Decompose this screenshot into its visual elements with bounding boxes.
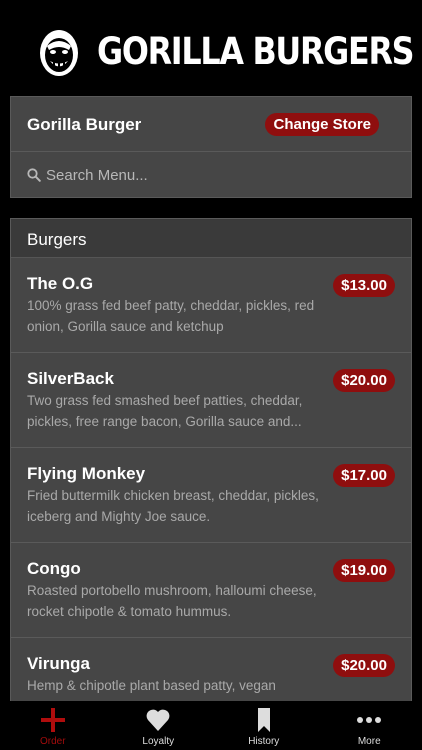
item-name: The O.G (27, 274, 94, 293)
gorilla-logo-icon (40, 30, 78, 76)
search-icon (27, 168, 41, 182)
menu-item[interactable]: The O.G $13.00 100% grass fed beef patty… (11, 258, 411, 353)
price-badge: $13.00 (333, 274, 395, 297)
section-title: Burgers (27, 230, 87, 249)
tab-history[interactable]: History (211, 701, 317, 750)
item-name: Flying Monkey (27, 464, 146, 483)
item-name: Virunga (27, 654, 90, 673)
search-input[interactable] (46, 160, 386, 190)
price-badge: $19.00 (333, 559, 395, 582)
change-store-button[interactable]: Change Store (265, 113, 379, 136)
item-description: Two grass fed smashed beef patties, ched… (27, 393, 303, 429)
tab-label: More (357, 736, 381, 747)
tab-bar: Order Loyalty History More (0, 701, 422, 750)
tab-label: Order (39, 736, 66, 747)
search-row (11, 152, 411, 198)
item-name: Congo (27, 559, 81, 578)
tab-loyalty[interactable]: Loyalty (106, 701, 212, 750)
menu-item[interactable]: SilverBack $20.00 Two grass fed smashed … (11, 353, 411, 448)
tab-more[interactable]: More (317, 701, 422, 750)
store-card: Gorilla Burger Change Store (10, 96, 412, 198)
app-header: GORILLA BURGERS (0, 0, 422, 96)
menu-card: Burgers The O.G $13.00 100% grass fed be… (10, 218, 412, 702)
bookmark-icon (257, 708, 270, 732)
store-name: Gorilla Burger (27, 115, 142, 134)
menu-item[interactable]: Flying Monkey $17.00 Fried buttermilk ch… (11, 448, 411, 543)
tab-order[interactable]: Order (0, 701, 106, 750)
tab-label: Loyalty (142, 736, 175, 747)
item-description: Roasted portobello mushroom, halloumi ch… (27, 583, 317, 619)
more-dots-icon (357, 717, 382, 723)
brand-title: GORILLA BURGERS (97, 30, 415, 73)
heart-icon (146, 709, 170, 731)
plus-icon (40, 708, 65, 732)
price-badge: $17.00 (333, 464, 395, 487)
price-badge: $20.00 (333, 369, 395, 392)
item-name: SilverBack (27, 369, 114, 388)
store-row: Gorilla Burger Change Store (11, 97, 411, 152)
item-description: Fried buttermilk chicken breast, cheddar… (27, 488, 319, 524)
menu-item[interactable]: Congo $19.00 Roasted portobello mushroom… (11, 543, 411, 638)
price-badge: $20.00 (333, 654, 395, 677)
tab-label: History (248, 736, 280, 747)
menu-item[interactable]: Virunga $20.00 Hemp & chipotle plant bas… (11, 638, 411, 701)
section-header: Burgers (11, 219, 411, 258)
item-description: 100% grass fed beef patty, cheddar, pick… (27, 298, 315, 334)
item-description: Hemp & chipotle plant based patty, vegan (27, 678, 276, 693)
